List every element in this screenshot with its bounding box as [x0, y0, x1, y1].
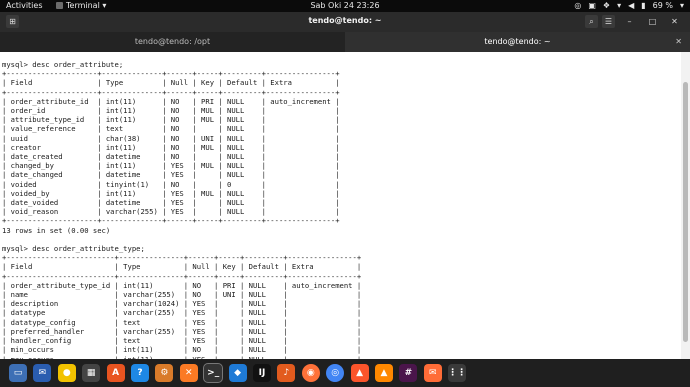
updates-icon[interactable]: ▣ — [588, 0, 596, 12]
chrome-icon[interactable]: ◎ — [326, 364, 345, 382]
terminal-output[interactable]: mysql> desc order_attribute; +----------… — [0, 52, 681, 359]
terminal-icon[interactable]: >_ — [203, 363, 224, 383]
show-apps-icon[interactable]: ⋮⋮ — [448, 364, 467, 382]
terminal-line: +---------------------+--------------+--… — [2, 216, 340, 226]
volume-icon[interactable]: ◀ — [628, 0, 634, 12]
dock: ▭ ✉ ● ▦ A? ⚙ ✕ >_ ◆ IJ ♪ ◉ ◎ ▲ ▲ # ✉ ⋮⋮ — [0, 359, 690, 387]
terminal-line: | min_occurs | int(11) | NO | | NULL | | — [2, 345, 362, 355]
terminal-line: | order_id | int(11) | NO | MUL | NULL |… — [2, 106, 340, 116]
rhythmbox-icon[interactable]: ♪ — [277, 364, 296, 382]
terminal-line: | preferred_handler | varchar(255) | YES… — [2, 326, 362, 336]
maximize-icon[interactable]: □ — [646, 15, 659, 28]
terminal-line: | void_reason | varchar(255) | YES | | N… — [2, 207, 340, 217]
terminal-line: +---------------------+--------------+--… — [2, 87, 340, 97]
vscode-icon[interactable]: ◆ — [228, 364, 247, 382]
vlc-icon[interactable]: ▲ — [375, 364, 393, 382]
tab-home[interactable]: tendo@tendo: ~ ✕ — [345, 32, 690, 52]
intellij-icon[interactable]: IJ — [253, 364, 271, 382]
terminal-line: mysql> desc order_attribute_type; — [2, 244, 145, 254]
terminal-line: | Field | Type | Null | Key | Default | … — [2, 262, 362, 272]
help-icon[interactable]: ? — [131, 364, 149, 382]
files-icon[interactable]: ▭ — [9, 364, 27, 382]
terminal-line: +-------------------------+-------------… — [2, 253, 362, 263]
postman-icon[interactable]: ✉ — [423, 364, 442, 382]
terminal-line: | Field | Type | Null | Key | Default | … — [2, 78, 340, 88]
terminal-line: | name | varchar(255) | NO | UNI | NULL … — [2, 290, 362, 300]
terminal-line: | changed_by | int(11) | YES | MUL | NUL… — [2, 161, 340, 171]
terminal-line: +---------------------+--------------+--… — [2, 69, 340, 79]
terminal-text: mysql> desc order_attribute; +----------… — [2, 60, 361, 359]
terminal-line: +-------------------------+-------------… — [2, 271, 362, 281]
tab-bar: tendo@tendo: /opt tendo@tendo: ~ ✕ — [0, 32, 690, 52]
terminal-line: | value_reference | text | NO | | NULL |… — [2, 124, 340, 134]
system-tray[interactable]: ◎ ▣ ❖ ▾ ◀ ▮ 69 % ▾ — [574, 0, 684, 12]
mail-icon[interactable]: ✉ — [33, 364, 52, 382]
terminal-line: 13 rows in set (0.00 sec) — [2, 225, 111, 235]
tab-opt[interactable]: tendo@tendo: /opt — [0, 32, 345, 52]
terminal-line: | datatype_config | text | YES | | NULL … — [2, 317, 362, 327]
terminal-line: | voided_by | int(11) | YES | MUL | NULL… — [2, 188, 340, 198]
terminal-line: | description | varchar(1024) | YES | | … — [2, 299, 362, 309]
battery-percent: 69 % — [652, 1, 673, 10]
slack-icon[interactable]: # — [399, 364, 418, 382]
battery-icon[interactable]: ▮ — [641, 0, 645, 12]
top-bar: Activities Terminal ▾ Sab Oki 24 23:26 ◎… — [0, 0, 690, 12]
terminal-line: | date_created | datetime | NO | | NULL … — [2, 152, 340, 162]
terminal-line: | creator | int(11) | NO | MUL | NULL | … — [2, 142, 340, 152]
terminal-line: | voided | tinyint(1) | NO | | 0 | | — [2, 179, 340, 189]
power-menu-icon[interactable]: ▾ — [680, 0, 684, 12]
terminal-line: | attribute_type_id | int(11) | NO | MUL… — [2, 115, 340, 125]
dropbox-icon[interactable]: ❖ — [603, 0, 610, 12]
settings-icon[interactable]: ⚙ — [155, 364, 174, 382]
close-icon[interactable]: ✕ — [668, 15, 681, 28]
norton-icon[interactable]: ● — [57, 364, 76, 382]
network-icon[interactable]: ▾ — [617, 0, 621, 12]
terminal-line: | datatype | varchar(255) | YES | | NULL… — [2, 308, 362, 318]
brave-icon[interactable]: ▲ — [350, 364, 369, 382]
search-icon[interactable]: ⌕ — [585, 15, 598, 28]
tab-label: tendo@tendo: /opt — [134, 37, 211, 46]
xampp-icon[interactable]: ✕ — [179, 364, 198, 382]
tab-label: tendo@tendo: ~ — [484, 37, 551, 46]
terminal-line: | handler_config | text | YES | | NULL |… — [2, 336, 362, 346]
minimize-icon[interactable]: – — [623, 15, 636, 28]
chrome-tray-icon[interactable]: ◎ — [574, 0, 581, 12]
terminal-line: | date_changed | datetime | YES | | NULL… — [2, 170, 340, 180]
grid-app-icon[interactable]: ▦ — [82, 364, 101, 382]
scrollbar-thumb[interactable] — [683, 82, 688, 342]
window-titlebar: ⊞ tendo@tendo: ~ ⌕ ☰ – □ ✕ — [0, 12, 690, 32]
firefox-icon[interactable]: ◉ — [301, 364, 320, 382]
terminal-line: | uuid | char(38) | NO | UNI | NULL | | — [2, 133, 340, 143]
terminal-line: | date_voided | datetime | YES | | NULL … — [2, 198, 340, 208]
menu-icon[interactable]: ☰ — [602, 15, 615, 28]
scrollbar[interactable] — [681, 52, 690, 359]
terminal-line: mysql> desc order_attribute; — [2, 60, 124, 69]
app-store-icon[interactable]: A — [106, 364, 125, 382]
terminal-line: | order_attribute_id | int(11) | NO | PR… — [2, 96, 340, 106]
terminal-line: | order_attribute_type_id | int(11) | NO… — [2, 280, 362, 290]
close-tab-icon[interactable]: ✕ — [675, 32, 682, 52]
